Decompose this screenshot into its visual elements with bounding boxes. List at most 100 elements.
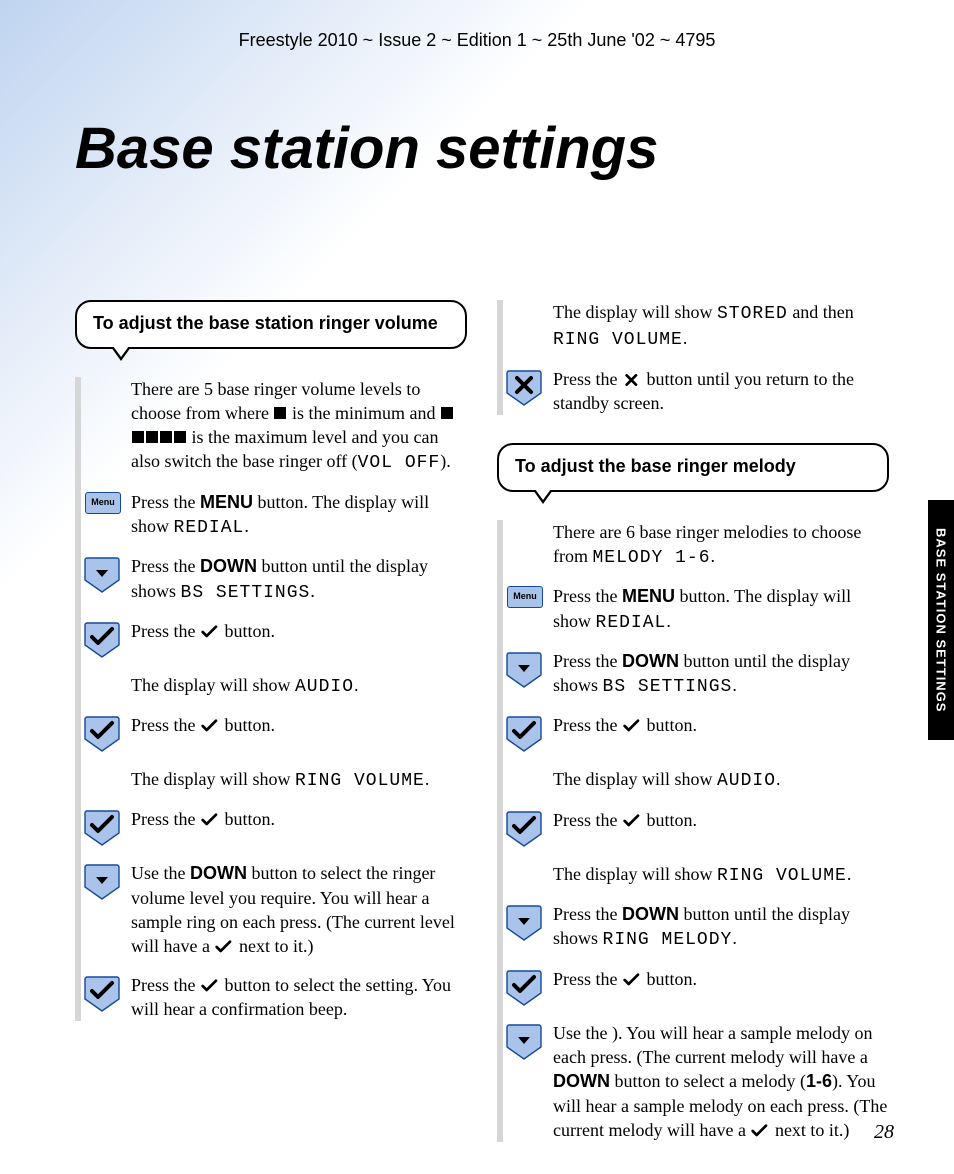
step-icon-slot (497, 713, 553, 753)
tick-inline-icon (622, 718, 642, 734)
step-icon-slot: Menu (75, 490, 131, 514)
tick-button-icon (84, 715, 122, 753)
step-icon-slot (497, 520, 553, 522)
step-icon-slot (75, 973, 131, 1013)
tick-inline-icon (200, 812, 220, 828)
down-button-icon (84, 863, 122, 901)
callout-ringer-melody: To adjust the base ringer melody (497, 443, 889, 492)
instruction-step: There are 6 base ringer melodies to choo… (503, 520, 889, 571)
step-icon-slot (497, 967, 553, 1007)
step-icon-slot: Menu (497, 584, 553, 608)
menu-button-icon: Menu (507, 586, 543, 608)
instruction-step: The display will show RING VOLUME. (503, 862, 889, 888)
step-icon-slot (75, 619, 131, 659)
right-column: The display will show STORED and then RI… (497, 300, 889, 1104)
step-text: Press the MENU button. The display will … (553, 584, 889, 635)
volume-block-icon (441, 407, 453, 419)
step-text: The display will show RING VOLUME. (553, 862, 889, 888)
step-text: The display will show RING VOLUME. (131, 767, 467, 793)
step-text: Press the button. (131, 713, 467, 737)
content-columns: To adjust the base station ringer volume… (75, 300, 889, 1104)
instruction-step: Use the DOWN button to select the ringer… (81, 861, 467, 958)
tick-button-icon (84, 621, 122, 659)
instruction-step: Press the button. (503, 967, 889, 1007)
instruction-step: The display will show AUDIO. (81, 673, 467, 699)
left-column: To adjust the base station ringer volume… (75, 300, 467, 1104)
step-icon-slot (497, 1021, 553, 1061)
instruction-step: Press the button. (503, 808, 889, 848)
step-text: Press the DOWN button until the display … (131, 554, 467, 605)
volume-block-icon (146, 431, 158, 443)
cross-button-icon (506, 369, 544, 407)
step-icon-slot (75, 861, 131, 901)
steps-ringer-melody: There are 6 base ringer melodies to choo… (497, 520, 889, 1142)
down-button-icon (84, 556, 122, 594)
step-icon-slot (75, 554, 131, 594)
menu-button-icon: Menu (85, 492, 121, 514)
doc-header: Freestyle 2010 ~ Issue 2 ~ Edition 1 ~ 2… (0, 30, 954, 51)
volume-block-icon (174, 431, 186, 443)
volume-block-icon (274, 407, 286, 419)
step-icon-slot (497, 808, 553, 848)
step-text: The display will show AUDIO. (553, 767, 889, 793)
step-text: There are 5 base ringer volume levels to… (131, 377, 467, 476)
step-text: Press the button. (553, 713, 889, 737)
tick-button-icon (84, 809, 122, 847)
cross-inline-icon (622, 372, 642, 388)
tick-button-icon (506, 969, 544, 1007)
instruction-step: Press the button. (81, 807, 467, 847)
step-icon-slot (75, 377, 131, 379)
tick-inline-icon (200, 718, 220, 734)
step-text: The display will show STORED and then RI… (553, 300, 889, 353)
down-button-icon (506, 1023, 544, 1061)
step-text: Press the button. (131, 807, 467, 831)
instruction-step: Menu Press the MENU button. The display … (81, 490, 467, 541)
step-text: Press the DOWN button until the display … (553, 649, 889, 700)
instruction-step: Press the DOWN button until the display … (503, 649, 889, 700)
page-number: 28 (874, 1121, 894, 1144)
step-text: Press the MENU button. The display will … (131, 490, 467, 541)
step-text: Press the button. (553, 808, 889, 832)
tick-inline-icon (200, 978, 220, 994)
instruction-step: Press the button. (81, 619, 467, 659)
tick-button-icon (506, 715, 544, 753)
steps-continued: The display will show STORED and then RI… (497, 300, 889, 415)
step-icon-slot (497, 367, 553, 407)
instruction-step: Press the DOWN button until the display … (81, 554, 467, 605)
step-text: Use the ). You will hear a sample melody… (553, 1021, 889, 1142)
instruction-step: Press the button. (81, 713, 467, 753)
tick-inline-icon (622, 972, 642, 988)
step-text: Press the DOWN button until the display … (553, 902, 889, 953)
instruction-step: Press the DOWN button until the display … (503, 902, 889, 953)
down-button-icon (506, 904, 544, 942)
step-icon-slot (497, 862, 553, 864)
instruction-step: Press the button. (503, 713, 889, 753)
volume-block-icon (132, 431, 144, 443)
step-text: Press the button. (131, 619, 467, 643)
step-icon-slot (75, 767, 131, 769)
tick-inline-icon (214, 939, 234, 955)
tick-inline-icon (200, 624, 220, 640)
callout-ringer-volume: To adjust the base station ringer volume (75, 300, 467, 349)
step-icon-slot (75, 807, 131, 847)
volume-block-icon (160, 431, 172, 443)
tick-button-icon (84, 975, 122, 1013)
step-icon-slot (497, 649, 553, 689)
step-icon-slot (497, 902, 553, 942)
instruction-step: Menu Press the MENU button. The display … (503, 584, 889, 635)
steps-ringer-volume: There are 5 base ringer volume levels to… (75, 377, 467, 1022)
page-title: Base station settings (75, 115, 658, 182)
instruction-step: Use the ). You will hear a sample melody… (503, 1021, 889, 1142)
instruction-step: There are 5 base ringer volume levels to… (81, 377, 467, 476)
instruction-step: Press the button to select the setting. … (81, 973, 467, 1022)
down-button-icon (506, 651, 544, 689)
instruction-step: The display will show RING VOLUME. (81, 767, 467, 793)
step-text: Use the DOWN button to select the ringer… (131, 861, 467, 958)
tick-button-icon (506, 810, 544, 848)
instruction-step: The display will show STORED and then RI… (503, 300, 889, 353)
step-icon-slot (75, 713, 131, 753)
step-text: Press the button. (553, 967, 889, 991)
step-text: The display will show AUDIO. (131, 673, 467, 699)
step-icon-slot (75, 673, 131, 675)
instruction-step: The display will show AUDIO. (503, 767, 889, 793)
